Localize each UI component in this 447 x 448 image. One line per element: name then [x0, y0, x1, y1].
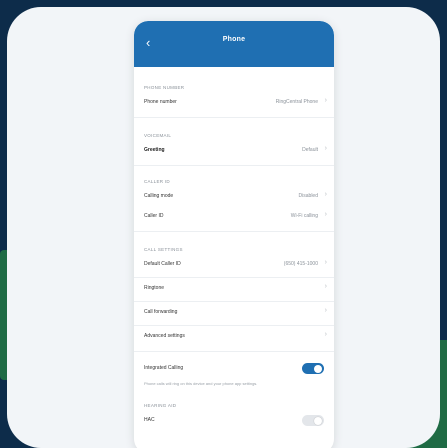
row-label: Call forwarding — [144, 309, 178, 315]
row-value: Default — [302, 147, 318, 153]
toggle-knob — [314, 364, 322, 373]
chevron-right-icon: › — [324, 145, 327, 152]
row-label: HAC — [144, 417, 155, 423]
chevron-right-icon: › — [324, 259, 327, 266]
row-value: (650) 415-1000 — [283, 261, 318, 267]
row-value: Disabled — [298, 193, 318, 199]
hac-toggle[interactable] — [302, 415, 324, 426]
page-title: Phone — [222, 36, 246, 43]
divider — [134, 351, 334, 352]
default-caller-id-row[interactable]: Default Caller ID (650) 415-1000 › — [134, 255, 334, 275]
integrated-calling-toggle[interactable] — [302, 363, 324, 374]
chevron-right-icon: › — [324, 307, 327, 314]
row-label: Calling mode — [144, 193, 174, 199]
divider — [134, 231, 334, 232]
divider — [134, 277, 334, 278]
section-header-hearing-aid: HEARING AID — [144, 403, 177, 408]
row-label: Caller ID — [144, 213, 164, 219]
advanced-settings-row[interactable]: Advanced settings › — [134, 327, 334, 347]
nav-bar: ‹ Phone — [134, 21, 334, 67]
row-label: Advanced settings — [144, 333, 185, 339]
row-label: Greeting — [144, 147, 165, 153]
divider — [134, 165, 334, 166]
chevron-right-icon: › — [324, 211, 327, 218]
section-header-voicemail: VOICEMAIL — [144, 133, 172, 138]
row-label: Default Caller ID — [144, 261, 181, 267]
device-frame: ‹ Phone PHONE NUMBER Phone number Ring​C… — [7, 7, 440, 448]
section-header-phone-number: PHONE NUMBER — [144, 85, 185, 90]
hac-row: HAC — [134, 411, 334, 431]
chevron-right-icon: › — [324, 97, 327, 104]
row-value: Wi-Fi calling — [290, 213, 318, 219]
row-value: Ring​Central Phone — [275, 99, 318, 105]
greeting-row[interactable]: Greeting Default › — [134, 141, 334, 161]
divider — [134, 117, 334, 118]
caller-id-row[interactable]: Caller ID Wi-Fi calling › — [134, 207, 334, 227]
chevron-right-icon: › — [324, 283, 327, 290]
touch-indicator — [230, 175, 264, 209]
chevron-right-icon: › — [324, 191, 327, 198]
ringtone-row[interactable]: Ringtone › — [134, 279, 334, 299]
row-label: Ringtone — [144, 285, 165, 291]
toggle-knob — [314, 416, 322, 425]
chevron-right-icon: › — [324, 331, 327, 338]
section-header-call-settings: CALL SETTINGS — [144, 247, 183, 252]
divider — [134, 301, 334, 302]
row-label: Integrated Calling — [144, 365, 184, 371]
integrated-calling-row: Integrated Calling — [134, 359, 334, 379]
section-header-caller-id: CALLER ID — [144, 179, 170, 184]
call-forwarding-row[interactable]: Call forwarding › — [134, 303, 334, 323]
divider — [134, 325, 334, 326]
phone-number-row[interactable]: Phone number Ring​Central Phone › — [134, 93, 334, 113]
row-label: Phone number — [144, 99, 177, 105]
integrated-calling-note: Phone calls will ring on this device and… — [144, 381, 258, 386]
phone-settings-screen: ‹ Phone PHONE NUMBER Phone number Ring​C… — [134, 21, 334, 448]
